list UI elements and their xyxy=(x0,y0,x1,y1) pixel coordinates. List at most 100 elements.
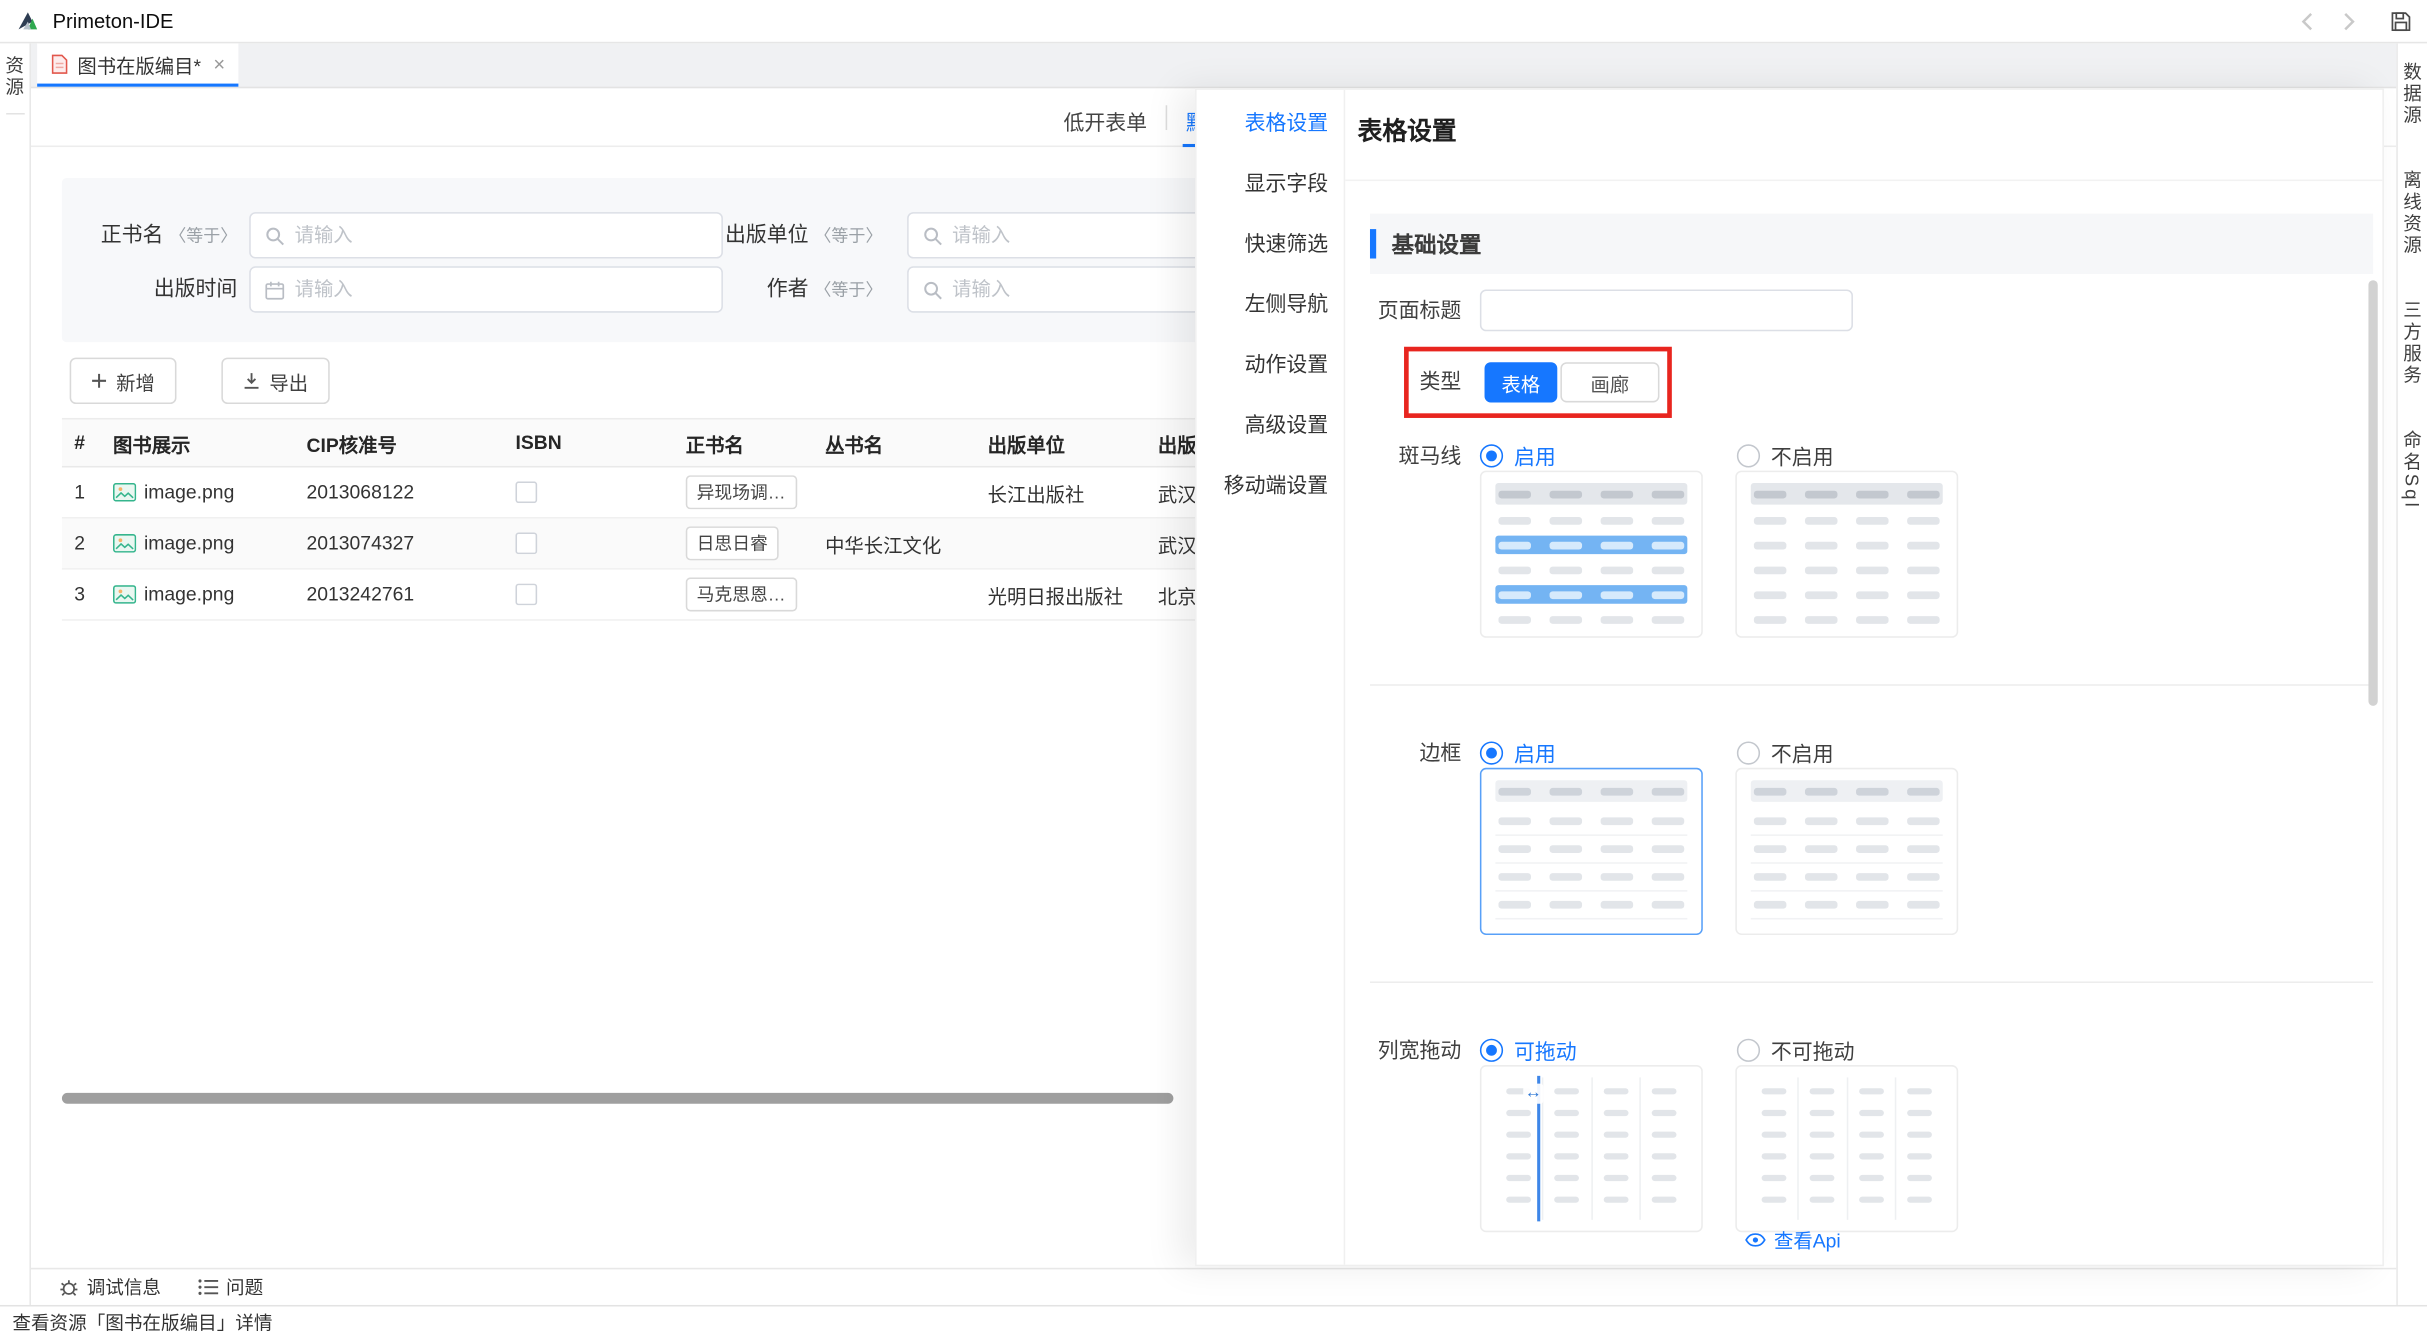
view-tab-lowcode-form[interactable]: 低开表单 xyxy=(1063,105,1147,136)
cell-cip: 2013242761 xyxy=(294,584,503,606)
cell-title: 马克思恩… xyxy=(673,577,812,611)
col-header-image: 图书展示 xyxy=(101,428,295,457)
debug-bar: 调试信息 问题 xyxy=(31,1268,2396,1305)
image-icon xyxy=(113,483,136,502)
field-label-author: 作者 〈等于〉 xyxy=(723,266,895,312)
drag-off-preview xyxy=(1735,1065,1958,1232)
border-on-preview xyxy=(1480,768,1703,935)
row-checkbox[interactable] xyxy=(515,533,537,555)
publish-date-field xyxy=(250,266,724,312)
radio-selected-icon xyxy=(1480,741,1503,764)
table-row[interactable]: 1 image.png 2013068122 异现场调… 长江出版社 武汉 xyxy=(62,467,1381,518)
status-text: 查看资源「图书在版编目」详情 xyxy=(12,1310,272,1336)
table-header-row: # 图书展示 CIP核准号 ISBN 正书名 丛书名 出版单位 出版 xyxy=(62,420,1381,468)
cell-cip: 2013068122 xyxy=(294,481,503,503)
row-checkbox[interactable] xyxy=(515,481,537,503)
view-api-link[interactable]: 查看Api xyxy=(1745,1224,1841,1253)
nav-item-table-settings[interactable]: 表格设置 xyxy=(1197,93,1344,153)
col-header-isbn: ISBN xyxy=(503,432,673,454)
cell-publisher: 光明日报出版社 xyxy=(975,580,1145,609)
cell-publisher: 长江出版社 xyxy=(975,478,1145,507)
cell-image: image.png xyxy=(101,481,295,503)
rail-item-resources[interactable]: 资源 xyxy=(2,56,28,99)
book-title-tag[interactable]: 日思日睿 xyxy=(686,526,779,560)
title-search-input[interactable] xyxy=(295,224,708,246)
nav-item-left-nav[interactable]: 左侧导航 xyxy=(1197,274,1344,334)
zebra-off-preview xyxy=(1735,471,1958,638)
type-option-table[interactable]: 表格 xyxy=(1485,362,1558,402)
zebra-on-radio[interactable]: 启用 xyxy=(1480,441,1556,469)
col-header-publisher: 出版单位 xyxy=(975,428,1145,457)
export-button[interactable]: 导出 xyxy=(221,358,329,404)
add-button[interactable]: 新增 xyxy=(70,358,177,404)
book-title-tag[interactable]: 马克思恩… xyxy=(686,577,797,611)
drag-on-radio[interactable]: 可拖动 xyxy=(1480,1036,1577,1064)
radio-selected-icon xyxy=(1480,1038,1503,1061)
cell-series: 中华长江文化 xyxy=(813,529,976,558)
field-label-publish-date: 出版时间 xyxy=(62,266,250,312)
field-label-title: 正书名 〈等于〉 xyxy=(62,212,250,258)
rail-item-offline-resources[interactable]: 离线资源 xyxy=(2399,170,2425,257)
page-title-input[interactable] xyxy=(1480,289,1853,331)
type-option-gallery[interactable]: 画廊 xyxy=(1560,362,1659,402)
col-header-series: 丛书名 xyxy=(813,428,976,457)
row-checkbox[interactable] xyxy=(515,584,537,606)
table-row[interactable]: 3 image.png 2013242761 马克思恩… 光明日报出版社 北京 xyxy=(62,570,1381,621)
zebra-off-radio[interactable]: 不启用 xyxy=(1737,441,1834,469)
rail-item-third-party-services[interactable]: 三方服务 xyxy=(2399,300,2425,387)
nav-item-display-fields[interactable]: 显示字段 xyxy=(1197,153,1344,213)
calendar-icon xyxy=(265,279,285,299)
cell-image: image.png xyxy=(101,533,295,555)
horizontal-scrollbar[interactable] xyxy=(62,1093,1173,1104)
settings-nav: 表格设置 显示字段 快速筛选 左侧导航 动作设置 高级设置 移动端设置 xyxy=(1197,90,1346,1265)
cell-index: 3 xyxy=(62,584,101,606)
rail-item-named-sql[interactable]: 命名Sql xyxy=(2399,430,2425,509)
cell-image: image.png xyxy=(101,584,295,606)
list-icon xyxy=(198,1279,218,1296)
drag-off-radio[interactable]: 不可拖动 xyxy=(1737,1036,1855,1064)
screenshot-stage: Primeton-IDE 资源 数据源 离线资源 三方服务 命名Sql xyxy=(0,0,2427,1339)
table-toolbar: 新增 导出 xyxy=(70,358,330,404)
publish-date-input[interactable] xyxy=(295,279,708,301)
type-segmented-control: 表格 画廊 xyxy=(1485,362,1660,402)
cell-index: 2 xyxy=(62,533,101,555)
rail-item-datasource[interactable]: 数据源 xyxy=(2399,62,2425,127)
save-icon[interactable] xyxy=(2390,10,2412,32)
tab-close-icon[interactable]: × xyxy=(213,52,225,75)
titlebar: Primeton-IDE xyxy=(0,0,2427,43)
debug-info-button[interactable]: 调试信息 xyxy=(59,1274,161,1300)
primeton-ide-window: Primeton-IDE 资源 数据源 离线资源 三方服务 命名Sql xyxy=(0,0,2427,1339)
app-title: Primeton-IDE xyxy=(53,9,174,32)
drawer-title: 表格设置 xyxy=(1358,110,1457,147)
border-off-radio[interactable]: 不启用 xyxy=(1737,738,1834,766)
book-title-tag[interactable]: 异现场调… xyxy=(686,475,797,509)
border-on-radio[interactable]: 启用 xyxy=(1480,738,1556,766)
problems-button[interactable]: 问题 xyxy=(198,1274,263,1300)
vertical-scrollbar[interactable] xyxy=(2368,280,2377,706)
table-row[interactable]: 2 image.png 2013074327 日思日睿 中华长江文化 武汉 xyxy=(62,519,1381,570)
app-logo-icon xyxy=(15,9,40,34)
title-divider xyxy=(1345,180,2382,182)
nav-item-advanced-settings[interactable]: 高级设置 xyxy=(1197,395,1344,455)
tab-book-cip[interactable]: 图书在版编目* × xyxy=(37,43,239,86)
nav-forward-icon[interactable] xyxy=(2337,10,2359,32)
field-label-publisher: 出版单位 〈等于〉 xyxy=(723,212,895,258)
col-header-cip: CIP核准号 xyxy=(294,428,503,457)
nav-item-quick-filter[interactable]: 快速筛选 xyxy=(1197,214,1344,274)
settings-body: 表格设置 基础设置 页面标题 类型 表格 画廊 斑马线 启用 xyxy=(1345,90,2382,1265)
bug-icon xyxy=(59,1277,79,1297)
nav-item-mobile-settings[interactable]: 移动端设置 xyxy=(1197,455,1344,515)
right-rail: 数据源 离线资源 三方服务 命名Sql xyxy=(2396,43,2427,1305)
nav-item-action-settings[interactable]: 动作设置 xyxy=(1197,334,1344,394)
section-divider xyxy=(1370,684,2373,686)
section-accent-bar xyxy=(1370,229,1376,258)
rail-divider xyxy=(5,113,24,115)
title-search-field xyxy=(250,212,724,258)
radio-unselected-icon xyxy=(1737,1038,1760,1061)
cell-isbn xyxy=(503,584,673,606)
nav-back-icon[interactable] xyxy=(2297,10,2319,32)
search-icon xyxy=(923,225,943,245)
border-off-preview xyxy=(1735,768,1958,935)
page-title-label: 页面标题 xyxy=(1345,299,1461,324)
image-icon xyxy=(113,585,136,604)
